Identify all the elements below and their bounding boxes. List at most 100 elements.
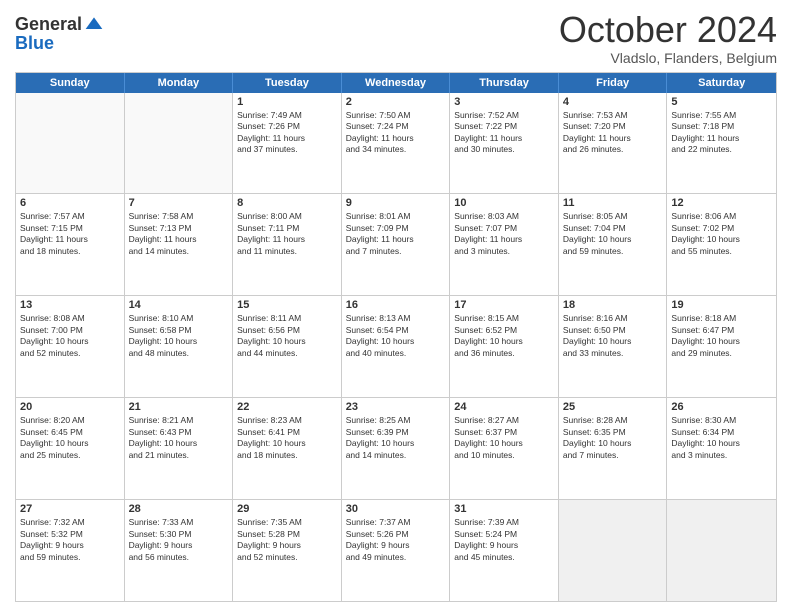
day-number: 1	[237, 96, 337, 108]
cell-content: Sunrise: 8:16 AM Sunset: 6:50 PM Dayligh…	[563, 313, 663, 359]
calendar: SundayMondayTuesdayWednesdayThursdayFrid…	[15, 72, 777, 602]
cell-content: Sunrise: 7:50 AM Sunset: 7:24 PM Dayligh…	[346, 110, 446, 156]
day-number: 11	[563, 197, 663, 209]
calendar-cell: 21 Sunrise: 8:21 AM Sunset: 6:43 PM Dayli…	[125, 398, 234, 499]
cell-content: Sunrise: 8:01 AM Sunset: 7:09 PM Dayligh…	[346, 211, 446, 257]
cell-content: Sunrise: 7:53 AM Sunset: 7:20 PM Dayligh…	[563, 110, 663, 156]
day-number: 3	[454, 96, 554, 108]
cell-content: Sunrise: 8:30 AM Sunset: 6:34 PM Dayligh…	[671, 415, 772, 461]
cell-content: Sunrise: 8:05 AM Sunset: 7:04 PM Dayligh…	[563, 211, 663, 257]
calendar-cell: 24 Sunrise: 8:27 AM Sunset: 6:37 PM Dayli…	[450, 398, 559, 499]
calendar-row-0: 1Sunrise: 7:49 AM Sunset: 7:26 PM Daylig…	[16, 93, 776, 194]
calendar-cell: 23 Sunrise: 8:25 AM Sunset: 6:39 PM Dayli…	[342, 398, 451, 499]
day-number: 15	[237, 299, 337, 311]
calendar-cell: 7 Sunrise: 7:58 AM Sunset: 7:13 PM Daylig…	[125, 194, 234, 295]
day-number: 7	[129, 197, 229, 209]
calendar-cell: 15Sunrise: 8:11 AM Sunset: 6:56 PM Dayli…	[233, 296, 342, 397]
day-number: 29	[237, 503, 337, 515]
cell-content: Sunrise: 7:57 AM Sunset: 7:15 PM Dayligh…	[20, 211, 120, 257]
calendar-cell: 11 Sunrise: 8:05 AM Sunset: 7:04 PM Dayli…	[559, 194, 668, 295]
day-number: 4	[563, 96, 663, 108]
logo-icon	[84, 14, 104, 34]
cell-content: Sunrise: 7:58 AM Sunset: 7:13 PM Dayligh…	[129, 211, 229, 257]
cell-content: Sunrise: 7:35 AM Sunset: 5:28 PM Dayligh…	[237, 517, 337, 563]
calendar-cell: 29 Sunrise: 7:35 AM Sunset: 5:28 PM Dayli…	[233, 500, 342, 601]
cell-content: Sunrise: 7:33 AM Sunset: 5:30 PM Dayligh…	[129, 517, 229, 563]
cell-content: Sunrise: 8:03 AM Sunset: 7:07 PM Dayligh…	[454, 211, 554, 257]
cell-content: Sunrise: 7:37 AM Sunset: 5:26 PM Dayligh…	[346, 517, 446, 563]
calendar-row-1: 6 Sunrise: 7:57 AM Sunset: 7:15 PM Daylig…	[16, 193, 776, 295]
header-day-sunday: Sunday	[16, 73, 125, 93]
cell-content: Sunrise: 8:00 AM Sunset: 7:11 PM Dayligh…	[237, 211, 337, 257]
page: General Blue October 2024 Vladslo, Fland…	[0, 0, 792, 612]
cell-content: Sunrise: 8:10 AM Sunset: 6:58 PM Dayligh…	[129, 313, 229, 359]
calendar-row-4: 27 Sunrise: 7:32 AM Sunset: 5:32 PM Dayli…	[16, 499, 776, 601]
cell-content: Sunrise: 7:32 AM Sunset: 5:32 PM Dayligh…	[20, 517, 120, 563]
month-title: October 2024	[559, 10, 777, 50]
calendar-cell: 10 Sunrise: 8:03 AM Sunset: 7:07 PM Dayli…	[450, 194, 559, 295]
calendar-cell	[125, 93, 234, 194]
calendar-cell: 28Sunrise: 7:33 AM Sunset: 5:30 PM Dayli…	[125, 500, 234, 601]
location: Vladslo, Flanders, Belgium	[559, 50, 777, 66]
day-number: 27	[20, 503, 120, 515]
cell-content: Sunrise: 7:39 AM Sunset: 5:24 PM Dayligh…	[454, 517, 554, 563]
calendar-cell: 22 Sunrise: 8:23 AM Sunset: 6:41 PM Dayli…	[233, 398, 342, 499]
calendar-cell: 17Sunrise: 8:15 AM Sunset: 6:52 PM Dayli…	[450, 296, 559, 397]
day-number: 24	[454, 401, 554, 413]
calendar-cell: 27 Sunrise: 7:32 AM Sunset: 5:32 PM Dayli…	[16, 500, 125, 601]
cell-content: Sunrise: 8:20 AM Sunset: 6:45 PM Dayligh…	[20, 415, 120, 461]
cell-content: Sunrise: 8:21 AM Sunset: 6:43 PM Dayligh…	[129, 415, 229, 461]
calendar-cell: 20 Sunrise: 8:20 AM Sunset: 6:45 PM Dayli…	[16, 398, 125, 499]
calendar-cell	[667, 500, 776, 601]
calendar-row-3: 20 Sunrise: 8:20 AM Sunset: 6:45 PM Dayli…	[16, 397, 776, 499]
logo: General Blue	[15, 14, 104, 54]
calendar-cell: 18 Sunrise: 8:16 AM Sunset: 6:50 PM Dayli…	[559, 296, 668, 397]
day-number: 21	[129, 401, 229, 413]
day-number: 8	[237, 197, 337, 209]
day-number: 18	[563, 299, 663, 311]
cell-content: Sunrise: 8:18 AM Sunset: 6:47 PM Dayligh…	[671, 313, 772, 359]
calendar-cell: 9Sunrise: 8:01 AM Sunset: 7:09 PM Daylig…	[342, 194, 451, 295]
calendar-cell	[16, 93, 125, 194]
calendar-cell: 4 Sunrise: 7:53 AM Sunset: 7:20 PM Daylig…	[559, 93, 668, 194]
day-number: 2	[346, 96, 446, 108]
day-number: 25	[563, 401, 663, 413]
header-day-saturday: Saturday	[667, 73, 776, 93]
calendar-row-2: 13Sunrise: 8:08 AM Sunset: 7:00 PM Dayli…	[16, 295, 776, 397]
day-number: 30	[346, 503, 446, 515]
header-day-monday: Monday	[125, 73, 234, 93]
cell-content: Sunrise: 8:23 AM Sunset: 6:41 PM Dayligh…	[237, 415, 337, 461]
day-number: 26	[671, 401, 772, 413]
day-number: 12	[671, 197, 772, 209]
calendar-cell: 5Sunrise: 7:55 AM Sunset: 7:18 PM Daylig…	[667, 93, 776, 194]
day-number: 23	[346, 401, 446, 413]
calendar-cell: 26 Sunrise: 8:30 AM Sunset: 6:34 PM Dayli…	[667, 398, 776, 499]
header-day-friday: Friday	[559, 73, 668, 93]
logo-blue-text: Blue	[15, 33, 54, 53]
day-number: 20	[20, 401, 120, 413]
title-section: October 2024 Vladslo, Flanders, Belgium	[559, 10, 777, 66]
cell-content: Sunrise: 7:52 AM Sunset: 7:22 PM Dayligh…	[454, 110, 554, 156]
cell-content: Sunrise: 8:13 AM Sunset: 6:54 PM Dayligh…	[346, 313, 446, 359]
calendar-cell: 14Sunrise: 8:10 AM Sunset: 6:58 PM Dayli…	[125, 296, 234, 397]
calendar-cell: 6 Sunrise: 7:57 AM Sunset: 7:15 PM Daylig…	[16, 194, 125, 295]
day-number: 5	[671, 96, 772, 108]
cell-content: Sunrise: 8:08 AM Sunset: 7:00 PM Dayligh…	[20, 313, 120, 359]
calendar-cell: 25Sunrise: 8:28 AM Sunset: 6:35 PM Dayli…	[559, 398, 668, 499]
cell-content: Sunrise: 8:27 AM Sunset: 6:37 PM Dayligh…	[454, 415, 554, 461]
logo-general-text: General	[15, 15, 82, 33]
day-number: 6	[20, 197, 120, 209]
calendar-header: SundayMondayTuesdayWednesdayThursdayFrid…	[16, 73, 776, 93]
day-number: 31	[454, 503, 554, 515]
calendar-cell: 16 Sunrise: 8:13 AM Sunset: 6:54 PM Dayli…	[342, 296, 451, 397]
day-number: 22	[237, 401, 337, 413]
header-day-tuesday: Tuesday	[233, 73, 342, 93]
calendar-cell: 8 Sunrise: 8:00 AM Sunset: 7:11 PM Daylig…	[233, 194, 342, 295]
cell-content: Sunrise: 8:25 AM Sunset: 6:39 PM Dayligh…	[346, 415, 446, 461]
calendar-cell: 12Sunrise: 8:06 AM Sunset: 7:02 PM Dayli…	[667, 194, 776, 295]
day-number: 17	[454, 299, 554, 311]
day-number: 10	[454, 197, 554, 209]
day-number: 16	[346, 299, 446, 311]
header: General Blue October 2024 Vladslo, Fland…	[15, 10, 777, 66]
calendar-cell: 2 Sunrise: 7:50 AM Sunset: 7:24 PM Daylig…	[342, 93, 451, 194]
